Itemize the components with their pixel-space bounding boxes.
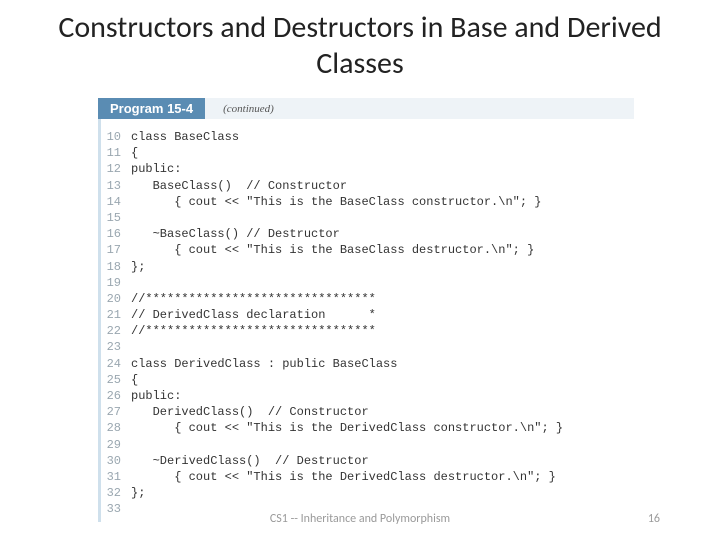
code-line: 31 { cout << "This is the DerivedClass d…: [101, 469, 634, 485]
code-line: 28 { cout << "This is the DerivedClass c…: [101, 420, 634, 436]
line-number: 27: [101, 404, 131, 420]
line-number: 17: [101, 242, 131, 258]
code-text: ~DerivedClass() // Destructor: [131, 453, 369, 469]
code-text: { cout << "This is the DerivedClass dest…: [131, 469, 556, 485]
code-line: 17 { cout << "This is the BaseClass dest…: [101, 242, 634, 258]
page-number: 16: [648, 512, 660, 526]
line-number: 25: [101, 372, 131, 388]
code-text: };: [131, 259, 145, 275]
footer-text: CS1 -- Inheritance and Polymorphism: [0, 512, 720, 526]
code-text: { cout << "This is the BaseClass destruc…: [131, 242, 534, 258]
code-panel: Program 15-4 (continued) 10class BaseCla…: [98, 98, 634, 522]
line-number: 24: [101, 356, 131, 372]
code-body: 10class BaseClass11{12public:13 BaseClas…: [98, 119, 634, 522]
code-text: class DerivedClass : public BaseClass: [131, 356, 397, 372]
code-text: // DerivedClass declaration *: [131, 307, 376, 323]
code-line: 30 ~DerivedClass() // Destructor: [101, 453, 634, 469]
code-text: { cout << "This is the BaseClass constru…: [131, 194, 541, 210]
code-line: 25{: [101, 372, 634, 388]
code-text: class BaseClass: [131, 129, 239, 145]
line-number: 11: [101, 145, 131, 161]
code-line: 27 DerivedClass() // Constructor: [101, 404, 634, 420]
code-line: 29: [101, 437, 634, 453]
line-number: 18: [101, 259, 131, 275]
code-line: 13 BaseClass() // Constructor: [101, 178, 634, 194]
code-line: 10class BaseClass: [101, 129, 634, 145]
code-line: 21// DerivedClass declaration *: [101, 307, 634, 323]
code-line: 26public:: [101, 388, 634, 404]
code-text: //********************************: [131, 291, 376, 307]
line-number: 10: [101, 129, 131, 145]
line-number: 23: [101, 339, 131, 355]
line-number: 31: [101, 469, 131, 485]
code-text: DerivedClass() // Constructor: [131, 404, 369, 420]
code-text: public:: [131, 161, 181, 177]
code-text: {: [131, 372, 138, 388]
line-number: 20: [101, 291, 131, 307]
code-line: 16 ~BaseClass() // Destructor: [101, 226, 634, 242]
code-text: public:: [131, 388, 181, 404]
code-text: {: [131, 145, 138, 161]
code-line: 32};: [101, 485, 634, 501]
code-line: 14 { cout << "This is the BaseClass cons…: [101, 194, 634, 210]
program-label: Program 15-4: [98, 98, 205, 119]
line-number: 16: [101, 226, 131, 242]
line-number: 14: [101, 194, 131, 210]
code-text: { cout << "This is the DerivedClass cons…: [131, 420, 563, 436]
code-header: Program 15-4 (continued): [98, 98, 634, 119]
code-line: 23: [101, 339, 634, 355]
code-line: 19: [101, 275, 634, 291]
line-number: 26: [101, 388, 131, 404]
code-text: //********************************: [131, 323, 376, 339]
code-line: 18};: [101, 259, 634, 275]
line-number: 15: [101, 210, 131, 226]
code-line: 24class DerivedClass : public BaseClass: [101, 356, 634, 372]
code-line: 12public:: [101, 161, 634, 177]
line-number: 28: [101, 420, 131, 436]
line-number: 22: [101, 323, 131, 339]
line-number: 30: [101, 453, 131, 469]
continued-label: (continued): [223, 103, 274, 115]
line-number: 21: [101, 307, 131, 323]
code-line: 22//********************************: [101, 323, 634, 339]
code-text: BaseClass() // Constructor: [131, 178, 347, 194]
line-number: 13: [101, 178, 131, 194]
code-line: 15: [101, 210, 634, 226]
code-line: 20//********************************: [101, 291, 634, 307]
line-number: 19: [101, 275, 131, 291]
line-number: 32: [101, 485, 131, 501]
line-number: 29: [101, 437, 131, 453]
code-line: 11{: [101, 145, 634, 161]
slide-title: Constructors and Destructors in Base and…: [0, 0, 720, 90]
line-number: 12: [101, 161, 131, 177]
code-text: };: [131, 485, 145, 501]
code-text: ~BaseClass() // Destructor: [131, 226, 340, 242]
